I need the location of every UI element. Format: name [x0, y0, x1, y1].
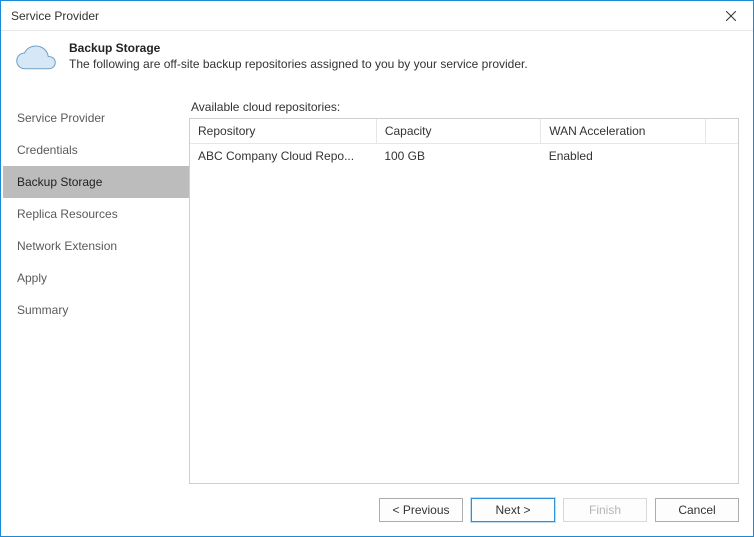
- sidebar-item-apply[interactable]: Apply: [3, 262, 189, 294]
- page-title: Backup Storage: [69, 41, 528, 55]
- main-panel: Available cloud repositories: Repository…: [189, 94, 739, 484]
- dialog-body: Service Provider Credentials Backup Stor…: [1, 94, 753, 484]
- table-row[interactable]: ABC Company Cloud Repo... 100 GB Enabled: [190, 144, 738, 169]
- table-header-row: Repository Capacity WAN Acceleration: [190, 119, 738, 144]
- sidebar-item-service-provider[interactable]: Service Provider: [3, 102, 189, 134]
- service-provider-dialog: Service Provider Backup Storage The foll…: [0, 0, 754, 537]
- cell-capacity: 100 GB: [376, 144, 540, 169]
- sidebar-item-replica-resources[interactable]: Replica Resources: [3, 198, 189, 230]
- window-title: Service Provider: [11, 9, 99, 23]
- next-button[interactable]: Next >: [471, 498, 555, 522]
- cell-repository: ABC Company Cloud Repo...: [190, 144, 376, 169]
- close-button[interactable]: [709, 1, 753, 31]
- header-text: Backup Storage The following are off-sit…: [69, 41, 528, 71]
- repositories-table: Repository Capacity WAN Acceleration ABC…: [190, 119, 738, 168]
- previous-button[interactable]: < Previous: [379, 498, 463, 522]
- cancel-button[interactable]: Cancel: [655, 498, 739, 522]
- col-spacer: [705, 119, 738, 144]
- titlebar: Service Provider: [1, 1, 753, 31]
- dialog-header: Backup Storage The following are off-sit…: [1, 31, 753, 94]
- cloud-icon: [15, 41, 57, 78]
- col-capacity[interactable]: Capacity: [376, 119, 540, 144]
- col-wan[interactable]: WAN Acceleration: [541, 119, 705, 144]
- col-repository[interactable]: Repository: [190, 119, 376, 144]
- dialog-footer: < Previous Next > Finish Cancel: [1, 484, 753, 536]
- sidebar-item-backup-storage[interactable]: Backup Storage: [3, 166, 189, 198]
- wizard-sidebar: Service Provider Credentials Backup Stor…: [3, 94, 189, 484]
- cell-wan: Enabled: [541, 144, 705, 169]
- sidebar-item-summary[interactable]: Summary: [3, 294, 189, 326]
- finish-button: Finish: [563, 498, 647, 522]
- close-icon: [726, 11, 736, 21]
- repositories-label: Available cloud repositories:: [189, 100, 739, 114]
- page-subtitle: The following are off-site backup reposi…: [69, 57, 528, 71]
- sidebar-item-network-extension[interactable]: Network Extension: [3, 230, 189, 262]
- sidebar-item-credentials[interactable]: Credentials: [3, 134, 189, 166]
- repositories-table-wrapper: Repository Capacity WAN Acceleration ABC…: [189, 118, 739, 484]
